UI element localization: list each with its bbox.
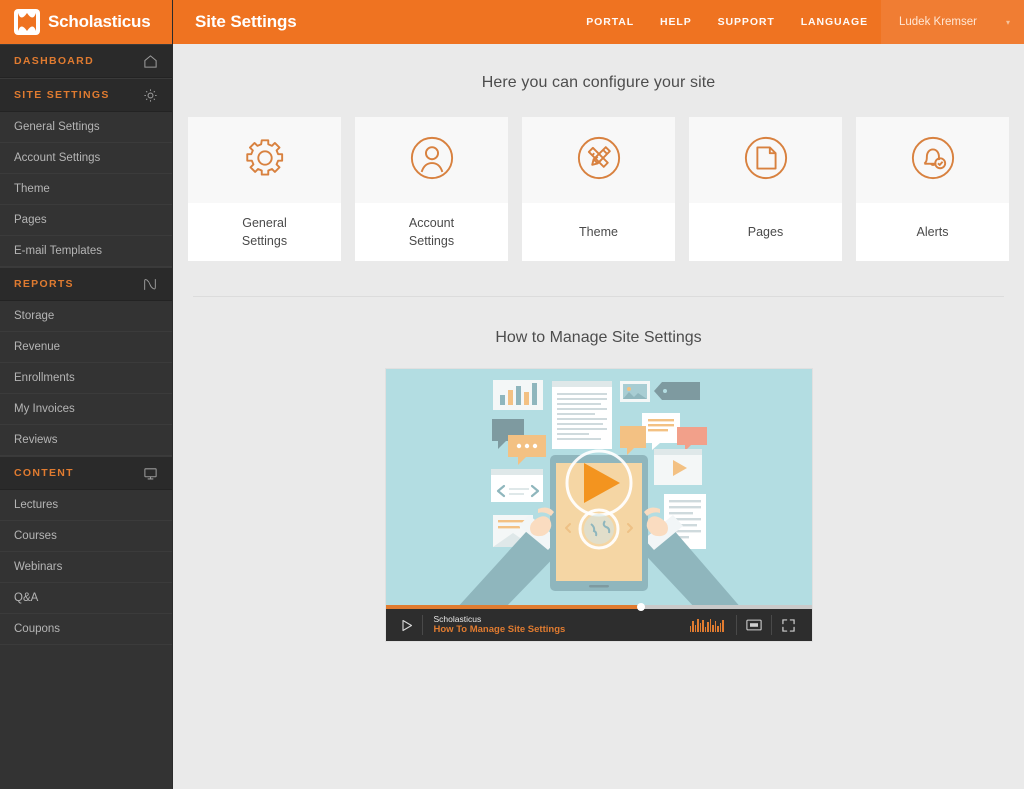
card-theme[interactable]: Theme [522, 117, 675, 261]
picture-in-picture-icon[interactable] [737, 619, 771, 631]
sidebar-item-account-settings[interactable]: Account Settings [0, 143, 172, 174]
video-player[interactable]: Scholasticus How To Manage Site Settings [385, 369, 812, 641]
main-content: Here you can configure your site General… [173, 44, 1024, 789]
sidebar-item-label: General Settings [14, 121, 100, 133]
video-progress-knob[interactable] [637, 603, 646, 611]
sidebar-section-site-settings[interactable]: SITE SETTINGS [0, 78, 172, 112]
top-nav: PORTAL HELP SUPPORT LANGUAGE [573, 0, 881, 44]
card-account-settings[interactable]: Account Settings [355, 117, 508, 261]
card-general-settings[interactable]: General Settings [188, 117, 341, 261]
video-poster-illustration [385, 369, 812, 609]
card-label: General Settings [188, 203, 341, 261]
video-progress-fill [385, 605, 642, 609]
card-icon-wrap [188, 117, 341, 203]
video-title: How To Manage Site Settings [433, 624, 566, 636]
gear-icon [143, 88, 158, 103]
sidebar-item-label: Q&A [14, 592, 39, 604]
video-progress-bar[interactable] [385, 603, 812, 611]
sidebar-item-label: Reviews [14, 434, 58, 446]
sidebar-item-label: Storage [14, 310, 55, 322]
app-root: Scholasticus DASHBOARD SITE SETTINGS Gen… [0, 0, 1024, 789]
page-title: Site Settings [195, 12, 297, 31]
chevron-down-icon: ▾ [1005, 17, 1010, 27]
card-label: Theme [522, 203, 675, 261]
sidebar-item-reviews[interactable]: Reviews [0, 425, 172, 456]
sidebar-section-reports[interactable]: REPORTS [0, 267, 172, 301]
video-controls: Scholasticus How To Manage Site Settings [385, 603, 812, 641]
sidebar-item-enrollments[interactable]: Enrollments [0, 363, 172, 394]
chart-line-icon [142, 277, 158, 292]
card-icon-wrap [689, 117, 842, 203]
sidebar-item-general-settings[interactable]: General Settings [0, 112, 172, 143]
sidebar-logo[interactable]: Scholasticus [0, 0, 172, 44]
brand-name: Scholasticus [48, 12, 151, 31]
card-label: Alerts [856, 203, 1009, 261]
sidebar-item-label: Coupons [14, 623, 61, 635]
sidebar-item-label: Courses [14, 530, 57, 542]
sidebar-item-pages[interactable]: Pages [0, 205, 172, 236]
sidebar-item-revenue[interactable]: Revenue [0, 332, 172, 363]
card-label: Account Settings [355, 203, 508, 261]
sidebar-item-webinars[interactable]: Webinars [0, 552, 172, 583]
video-brand: Scholasticus [433, 613, 482, 624]
sidebar-item-label: Enrollments [14, 372, 75, 384]
sidebar-item-label: Pages [14, 214, 47, 226]
sidebar-item-label: Revenue [14, 341, 61, 353]
monitor-icon [143, 466, 158, 481]
top-nav-help[interactable]: HELP [647, 0, 705, 44]
top-nav-portal[interactable]: PORTAL [573, 0, 647, 44]
pencil-ruler-circle-icon [576, 135, 622, 186]
fullscreen-icon[interactable] [772, 618, 806, 632]
sidebar-item-email-templates[interactable]: E-mail Templates [0, 236, 172, 267]
sidebar-item-coupons[interactable]: Coupons [0, 614, 172, 645]
card-icon-wrap [856, 117, 1009, 203]
sidebar-item-theme[interactable]: Theme [0, 174, 172, 205]
sidebar-item-my-invoices[interactable]: My Invoices [0, 394, 172, 425]
video-right-controls [678, 615, 806, 635]
sidebar-item-storage[interactable]: Storage [0, 301, 172, 332]
sidebar-item-label: Theme [14, 183, 50, 195]
card-alerts[interactable]: Alerts [856, 117, 1009, 261]
sidebar-item-courses[interactable]: Courses [0, 521, 172, 552]
sidebar-item-label: Account Settings [14, 152, 101, 164]
sidebar-section-dashboard[interactable]: DASHBOARD [0, 44, 172, 78]
top-nav-language[interactable]: LANGUAGE [788, 0, 881, 44]
video-section-title: How to Manage Site Settings [495, 329, 702, 346]
card-label: Pages [689, 203, 842, 261]
sidebar: Scholasticus DASHBOARD SITE SETTINGS Gen… [0, 0, 173, 789]
document-circle-icon [743, 135, 789, 186]
top-header: Site Settings PORTAL HELP SUPPORT LANGUA… [173, 0, 1024, 44]
user-circle-icon [409, 135, 455, 186]
video-titles: Scholasticus How To Manage Site Settings [423, 614, 566, 637]
bell-check-circle-icon [910, 135, 956, 186]
sidebar-section-label: REPORTS [14, 278, 74, 290]
sidebar-item-qa[interactable]: Q&A [0, 583, 172, 614]
sidebar-item-label: Lectures [14, 499, 59, 511]
equalizer-icon[interactable] [678, 618, 736, 632]
home-icon [143, 54, 158, 69]
intro-text: Here you can configure your site [481, 74, 716, 91]
card-pages[interactable]: Pages [689, 117, 842, 261]
sidebar-item-label: Webinars [14, 561, 63, 573]
sidebar-section-label: SITE SETTINGS [14, 89, 110, 101]
gear-icon [242, 135, 288, 186]
scholasticus-logo-icon [14, 9, 40, 35]
card-icon-wrap [522, 117, 675, 203]
top-nav-support[interactable]: SUPPORT [705, 0, 788, 44]
sidebar-section-label: DASHBOARD [14, 55, 94, 67]
settings-card-grid: General Settings Account Settings Theme … [173, 117, 1024, 261]
sidebar-item-lectures[interactable]: Lectures [0, 490, 172, 521]
sidebar-section-content[interactable]: CONTENT [0, 456, 172, 490]
sidebar-item-label: E-mail Templates [14, 245, 102, 257]
section-divider [193, 296, 1004, 297]
card-icon-wrap [355, 117, 508, 203]
user-menu[interactable]: Ludek Kremser ▾ [881, 0, 1024, 44]
video-poster[interactable] [385, 369, 812, 609]
sidebar-item-label: My Invoices [14, 403, 75, 415]
play-icon[interactable] [392, 619, 422, 632]
user-name: Ludek Kremser [899, 16, 977, 28]
sidebar-section-label: CONTENT [14, 467, 74, 479]
